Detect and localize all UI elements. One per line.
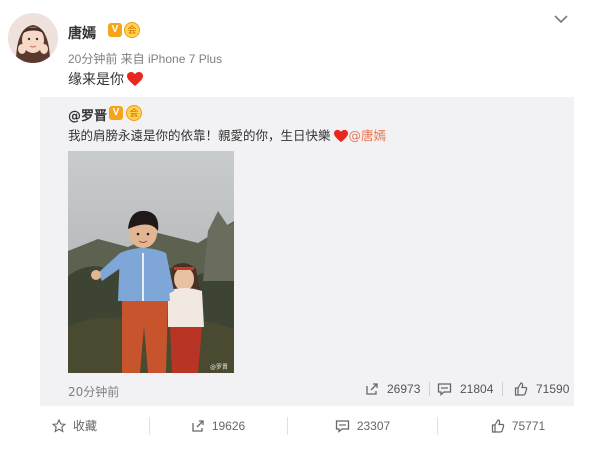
favorite-button[interactable]: 收藏 — [0, 415, 149, 437]
comment-icon — [437, 383, 452, 396]
repost-comments[interactable]: 21804 — [437, 380, 493, 398]
post-text-content: 缘来是你 — [68, 72, 124, 88]
like-icon — [491, 419, 505, 433]
divider — [429, 382, 430, 396]
repost-verified-badge: V — [109, 106, 123, 120]
avatar[interactable] — [8, 13, 58, 63]
author-name[interactable]: 唐嫣 — [68, 23, 96, 43]
repost-likes-count: 71590 — [536, 382, 570, 396]
repost-likes[interactable]: 71590 — [514, 380, 569, 398]
post-meta: 20分钟前 来自 iPhone 7 Plus — [68, 52, 223, 66]
post-text: 缘来是你 — [68, 69, 144, 89]
avatar-image — [8, 13, 58, 63]
repost-button[interactable]: 19626 — [150, 415, 286, 437]
repost-text-content: 我的肩膀永遠是你的依靠！親愛的你，生日快樂 — [68, 128, 331, 143]
comment-count: 23307 — [356, 419, 391, 433]
divider — [502, 382, 503, 396]
repost-photo[interactable]: @罗晋 — [68, 151, 234, 373]
repost-count: 19626 — [211, 419, 246, 433]
star-icon — [51, 419, 66, 433]
repost-comments-count: 21804 — [460, 382, 494, 396]
repost-card: @罗晋 V 会 我的肩膀永遠是你的依靠！親愛的你，生日快樂 @唐嫣 @罗晋 20… — [40, 97, 574, 406]
like-count: 75771 — [511, 419, 546, 433]
chevron-down-icon[interactable] — [553, 13, 569, 25]
comment-button[interactable]: 23307 — [288, 415, 437, 437]
heart-icon — [127, 72, 143, 86]
heart-icon — [333, 129, 348, 143]
repost-reposts-count: 26973 — [387, 382, 421, 396]
like-button[interactable]: 75771 — [438, 415, 598, 437]
repost-member-badge[interactable]: 会 — [126, 105, 142, 121]
comment-icon — [335, 420, 349, 433]
repost-time[interactable]: 20分钟前 — [68, 383, 119, 400]
repost-text: 我的肩膀永遠是你的依靠！親愛的你，生日快樂 @唐嫣 — [68, 125, 386, 144]
svg-text:@罗晋: @罗晋 — [210, 364, 228, 371]
verified-badge: V — [108, 23, 122, 37]
like-icon — [514, 382, 528, 396]
mention-link[interactable]: @唐嫣 — [349, 128, 387, 143]
repost-icon — [192, 420, 204, 432]
action-bar: 收藏 19626 23307 75771 — [0, 407, 613, 445]
member-badge[interactable]: 会 — [124, 22, 140, 38]
repost-icon — [366, 383, 378, 395]
favorite-label: 收藏 — [72, 419, 97, 433]
repost-reposts[interactable]: 26973 — [365, 380, 420, 398]
photo-image: @罗晋 — [68, 151, 234, 373]
repost-author[interactable]: @罗晋 — [68, 105, 107, 124]
